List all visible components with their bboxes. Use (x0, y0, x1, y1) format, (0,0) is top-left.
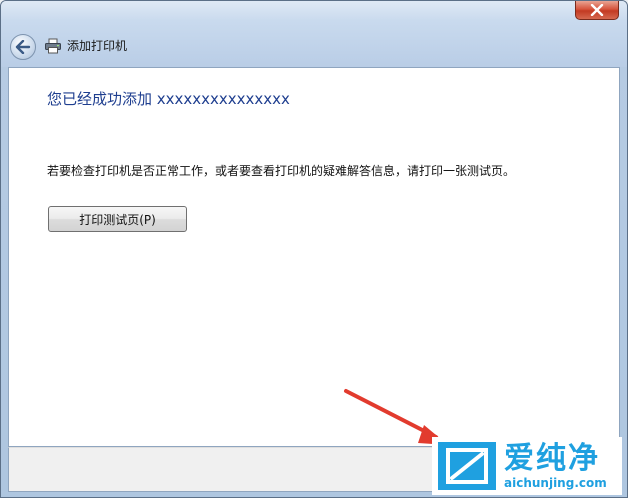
test-page-info-text: 若要检查打印机是否正常工作，或者要查看打印机的疑难解答信息，请打印一张测试页。 (47, 164, 516, 178)
watermark-url: aichunjing.com (504, 476, 607, 490)
back-button[interactable] (10, 34, 36, 60)
printer-icon (45, 38, 61, 54)
print-test-page-button[interactable]: 打印测试页(P) (48, 206, 187, 232)
watermark-logo-icon (438, 442, 496, 490)
add-printer-window: 添加打印机 您已经成功添加 xxxxxxxxxxxxxxx 若要检查打印机是否正… (0, 0, 628, 498)
success-heading: 您已经成功添加 xxxxxxxxxxxxxxx (47, 90, 290, 108)
watermark-text: 爱纯净 aichunjing.com (504, 441, 607, 491)
watermark-brand: 爱纯净 (504, 441, 600, 476)
close-icon (590, 4, 604, 16)
window-title: 添加打印机 (67, 39, 128, 53)
back-arrow-icon (15, 40, 31, 54)
watermark: 爱纯净 aichunjing.com (432, 437, 622, 495)
title-bar: 添加打印机 (1, 1, 627, 67)
content-pane: 您已经成功添加 xxxxxxxxxxxxxxx 若要检查打印机是否正常工作，或者… (8, 67, 620, 447)
close-button[interactable] (575, 1, 619, 20)
